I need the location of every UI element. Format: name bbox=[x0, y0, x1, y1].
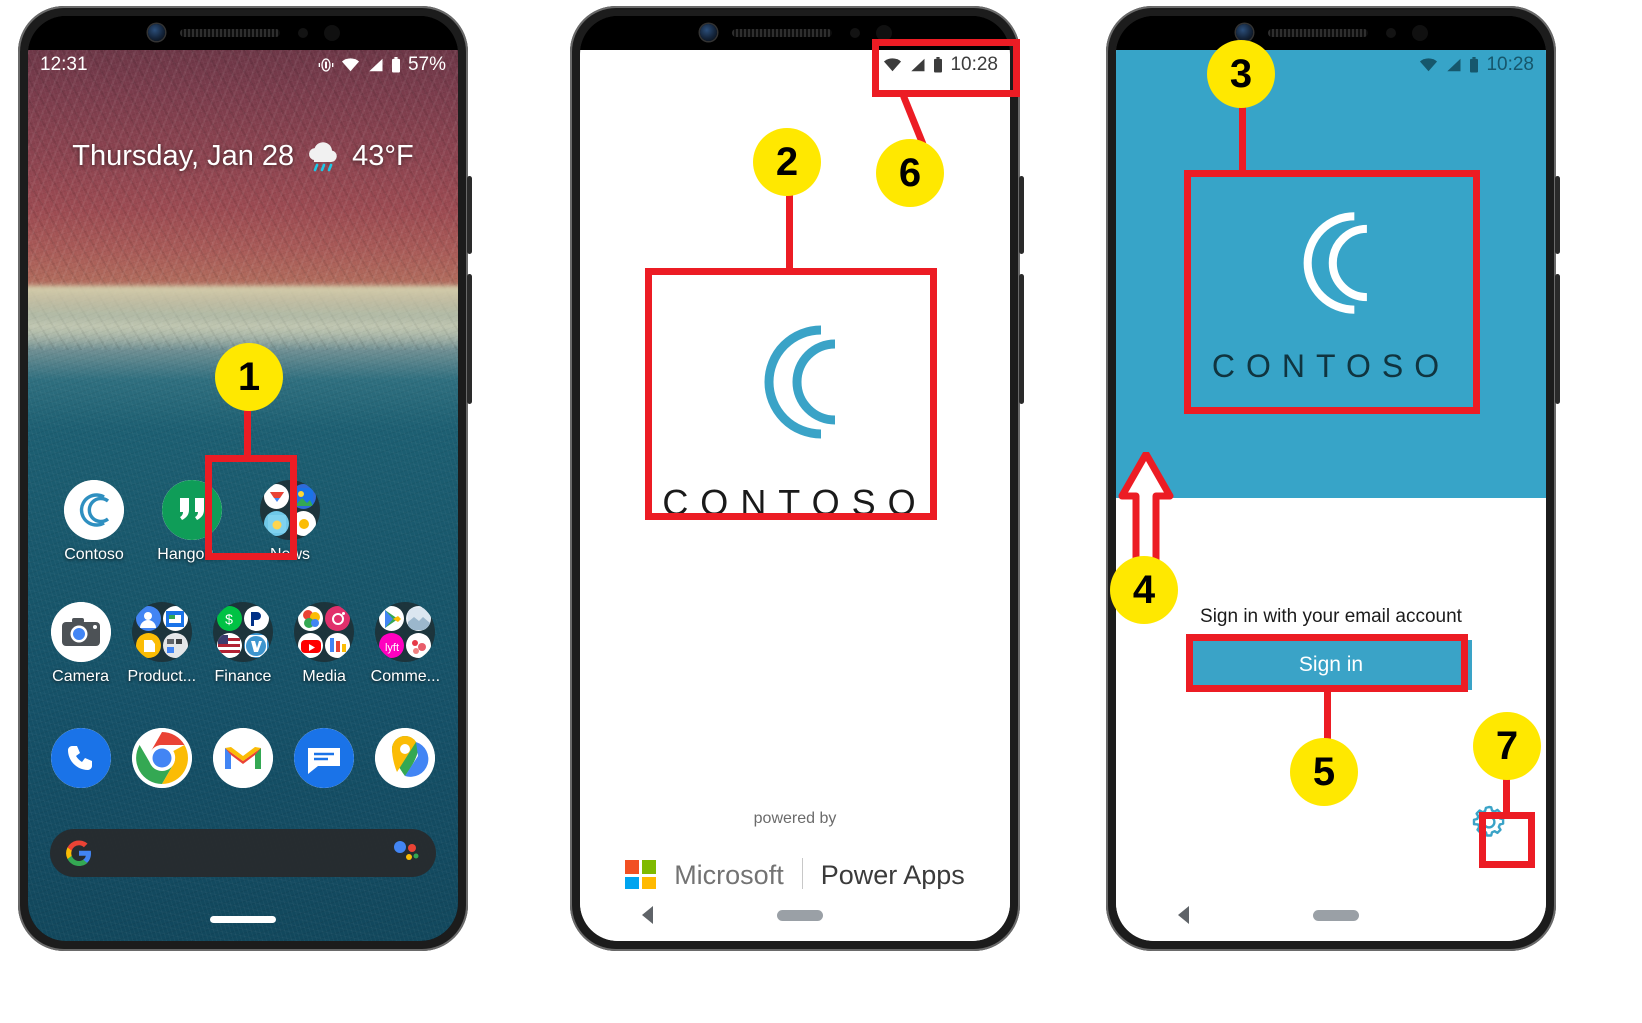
app-label: Media bbox=[302, 668, 346, 685]
app-label: Camera bbox=[52, 668, 110, 685]
home-pill-icon[interactable] bbox=[210, 916, 276, 923]
app-media[interactable]: Media bbox=[286, 602, 362, 686]
status-bar: 12:31 57% bbox=[28, 50, 458, 80]
wifi-icon bbox=[1420, 58, 1438, 72]
android-navigation-bar bbox=[580, 889, 1010, 941]
notch-bar bbox=[1116, 16, 1546, 50]
contoso-app-icon bbox=[64, 480, 124, 540]
back-icon[interactable] bbox=[642, 906, 654, 924]
gmail-icon[interactable] bbox=[212, 728, 273, 788]
app-label: Product... bbox=[127, 668, 197, 685]
media-folder-icon bbox=[294, 602, 355, 662]
finance-folder-icon: $ bbox=[212, 602, 273, 662]
svg-text:$: $ bbox=[226, 611, 234, 627]
maps-icon[interactable] bbox=[375, 728, 436, 788]
wifi-icon bbox=[341, 58, 360, 72]
callout-leader-2 bbox=[786, 186, 793, 272]
sensor-dot-icon bbox=[1412, 25, 1428, 41]
callout-box-5 bbox=[1186, 634, 1468, 692]
microsoft-power-apps-lockup: Microsoft Power Apps bbox=[580, 858, 1010, 892]
rain-cloud-icon bbox=[309, 141, 337, 171]
weather-widget[interactable]: Thursday, Jan 28 43°F bbox=[28, 140, 458, 173]
earpiece-speaker-icon bbox=[1268, 29, 1368, 37]
callout-badge-6: 6 bbox=[876, 139, 944, 207]
sensor-dot-icon bbox=[324, 25, 340, 41]
battery-icon bbox=[1470, 57, 1479, 73]
callout-box-6 bbox=[872, 39, 1020, 97]
app-label: Finance bbox=[214, 668, 272, 685]
front-camera-icon bbox=[148, 24, 165, 41]
walkthrough-figure: 12:31 57% Thursday, Jan 28 43°F Contoso … bbox=[0, 0, 1642, 1023]
sign-in-label: Sign in with your email account bbox=[1200, 606, 1462, 627]
app-contoso[interactable]: Contoso bbox=[56, 480, 132, 564]
phone-icon[interactable] bbox=[50, 728, 111, 788]
battery-percent: 57% bbox=[407, 54, 446, 75]
callout-leader-7 bbox=[1503, 774, 1510, 816]
google-search-bar[interactable] bbox=[50, 829, 436, 877]
signal-icon bbox=[369, 58, 383, 72]
callout-box-1 bbox=[205, 455, 297, 560]
callout-badge-1: 1 bbox=[215, 343, 283, 411]
microsoft-squares-icon bbox=[625, 859, 657, 891]
callout-badge-7: 7 bbox=[1473, 712, 1541, 780]
sensor-dot-icon bbox=[298, 28, 308, 38]
status-bar: 10:28 bbox=[1116, 50, 1546, 80]
callout-box-2 bbox=[645, 268, 937, 520]
messages-icon[interactable] bbox=[294, 728, 355, 788]
sensor-dot-icon bbox=[1386, 28, 1396, 38]
svg-text:lyft: lyft bbox=[385, 642, 399, 654]
callout-leader-5 bbox=[1324, 690, 1331, 742]
app-label: Comme... bbox=[370, 668, 441, 685]
callout-badge-4: 4 bbox=[1110, 556, 1178, 624]
callout-badge-2: 2 bbox=[753, 128, 821, 196]
app-productivity[interactable]: Product... bbox=[124, 602, 200, 686]
weather-date: Thursday, Jan 28 bbox=[72, 140, 295, 172]
callout-badge-5: 5 bbox=[1290, 738, 1358, 806]
app-camera[interactable]: Camera bbox=[43, 602, 119, 686]
productivity-folder-icon bbox=[131, 602, 192, 662]
sensor-dot-icon bbox=[850, 28, 860, 38]
front-camera-icon bbox=[700, 24, 717, 41]
commerce-folder-icon: lyft bbox=[375, 602, 436, 662]
microsoft-name: Microsoft bbox=[674, 859, 784, 890]
callout-leader-3 bbox=[1239, 104, 1246, 174]
app-finance[interactable]: $ Finance bbox=[205, 602, 281, 686]
android-navigation-bar bbox=[1116, 889, 1546, 941]
camera-icon bbox=[50, 602, 111, 662]
status-time: 12:31 bbox=[40, 54, 88, 75]
vibrate-icon bbox=[318, 58, 334, 72]
chrome-icon[interactable] bbox=[131, 728, 192, 788]
google-g-icon bbox=[66, 840, 91, 866]
app-row-2: Camera Product... $ Finance Media lyft C… bbox=[28, 602, 458, 686]
battery-icon bbox=[391, 57, 400, 73]
back-icon[interactable] bbox=[1178, 906, 1190, 924]
home-pill-icon[interactable] bbox=[777, 909, 824, 921]
signal-icon bbox=[1447, 58, 1461, 72]
app-commerce[interactable]: lyft Comme... bbox=[367, 602, 443, 686]
weather-temperature: 43°F bbox=[352, 140, 414, 172]
power-apps-name: Power Apps bbox=[820, 859, 965, 890]
earpiece-speaker-icon bbox=[732, 29, 832, 37]
dock bbox=[28, 728, 458, 788]
status-time: 10:28 bbox=[1486, 54, 1534, 75]
powered-by-label: powered by bbox=[753, 810, 837, 827]
callout-box-3 bbox=[1184, 170, 1480, 414]
callout-box-7 bbox=[1479, 812, 1535, 868]
front-camera-icon bbox=[1236, 24, 1253, 41]
home-pill-icon[interactable] bbox=[1313, 909, 1360, 921]
callout-badge-3: 3 bbox=[1207, 40, 1275, 108]
app-label: Contoso bbox=[64, 546, 124, 563]
earpiece-speaker-icon bbox=[180, 29, 280, 37]
notch-bar bbox=[28, 16, 458, 50]
lockup-divider bbox=[801, 858, 803, 892]
google-assistant-icon[interactable] bbox=[392, 840, 420, 867]
